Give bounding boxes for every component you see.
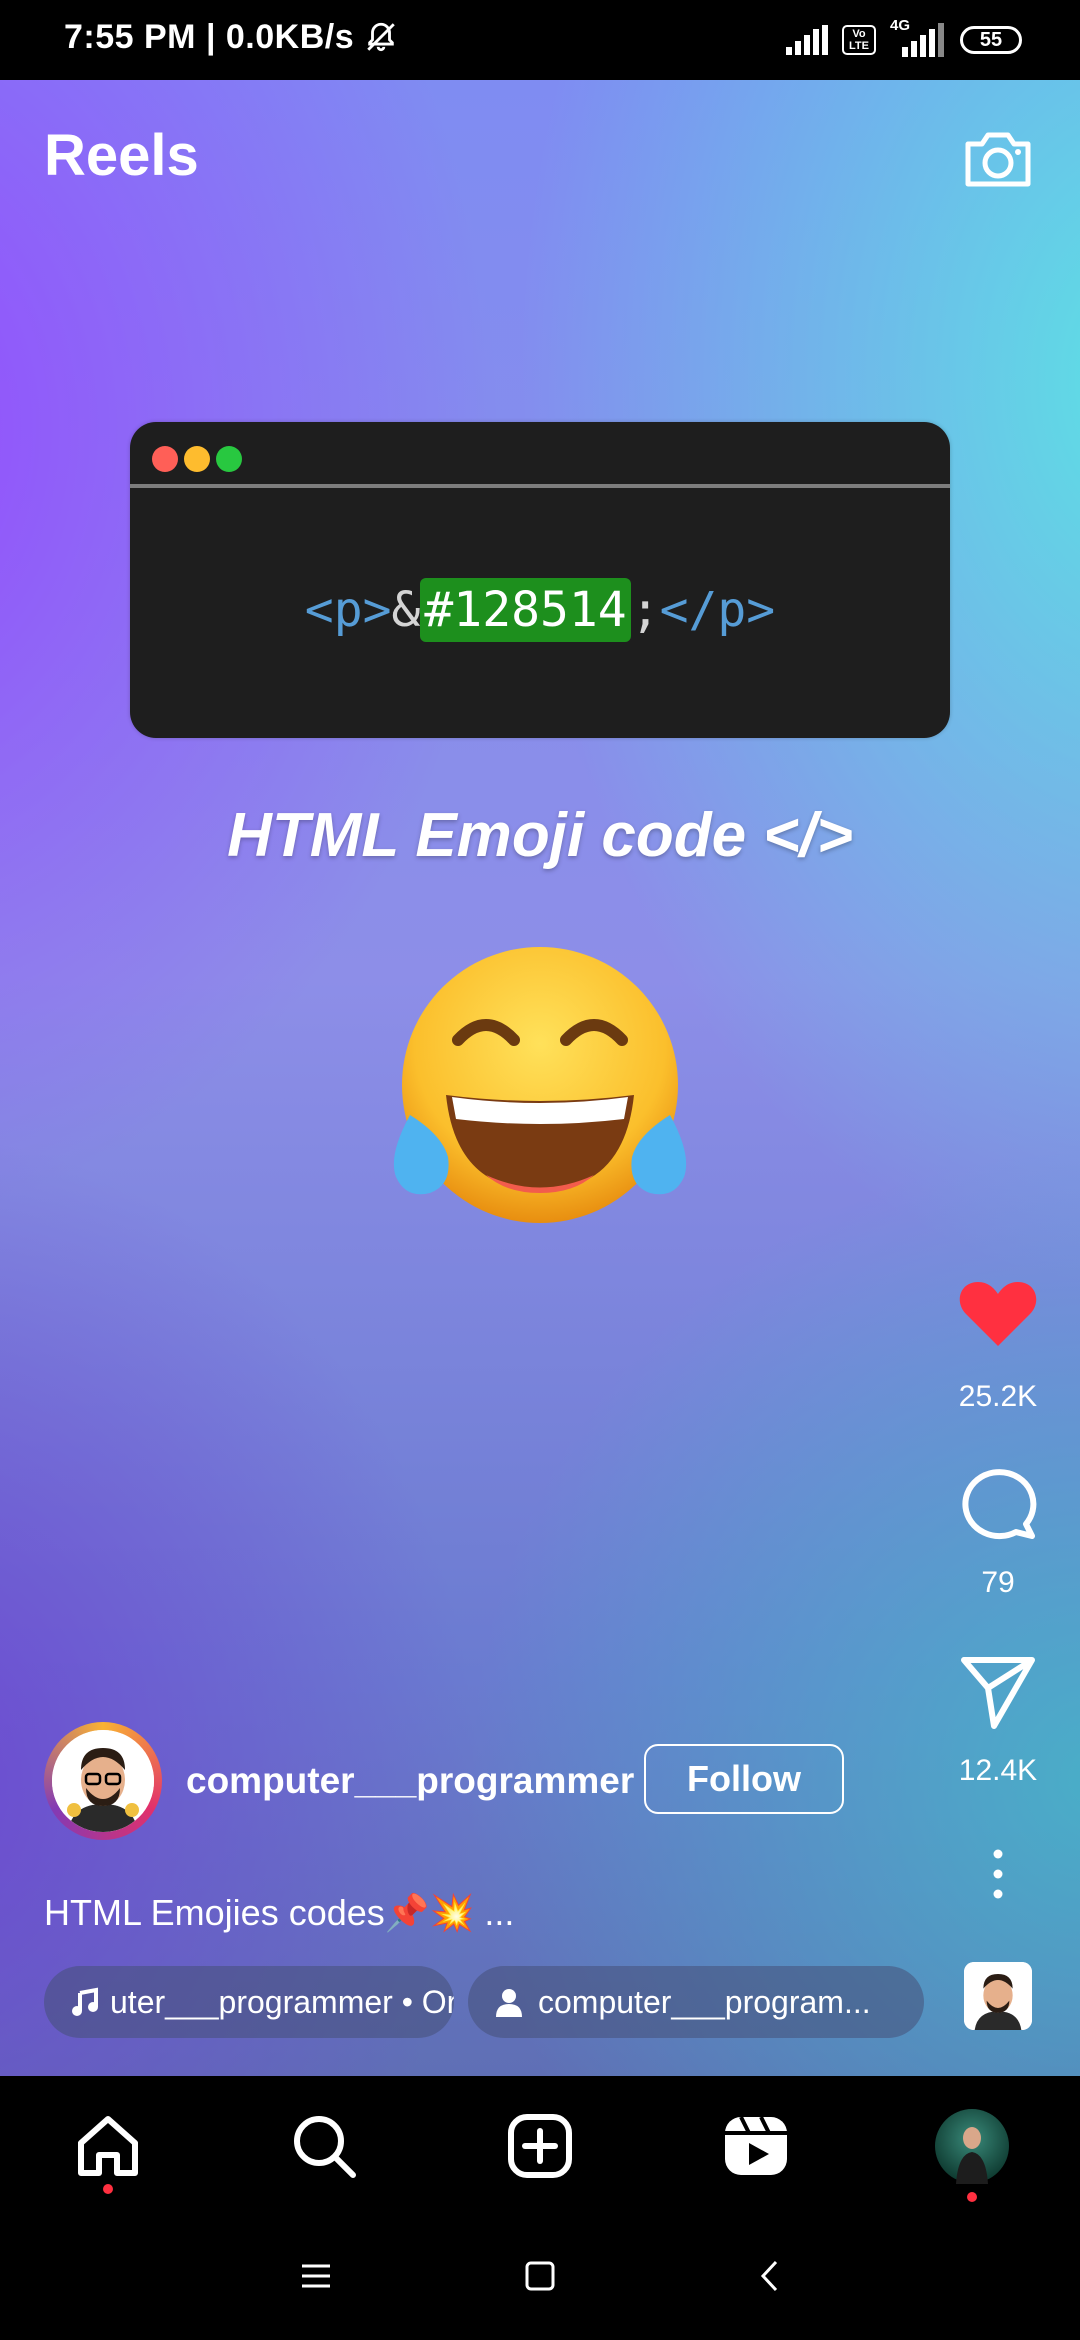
caption[interactable]: HTML Emojies codes📌💥 ...: [44, 1892, 514, 1934]
profile-notification-dot: [967, 2192, 977, 2202]
nav-home[interactable]: [68, 2106, 148, 2186]
username-link[interactable]: computer___programmer: [186, 1760, 634, 1802]
code-line: <p>&#128514;</p>: [130, 578, 950, 642]
code-highlight: #128514: [420, 578, 631, 642]
profile-avatar-icon: [935, 2109, 1009, 2184]
audio-avatar-icon: [964, 1962, 1032, 2030]
signal-icon-2: [902, 23, 944, 57]
more-options-button[interactable]: [976, 1846, 1020, 1902]
window-close-dot: [152, 446, 178, 472]
home-notification-dot: [103, 2184, 113, 2194]
code-open-tag: <p>: [304, 582, 392, 638]
volte-badge: Vo LTE: [842, 25, 876, 55]
code-amp: &: [391, 582, 421, 638]
avatar[interactable]: [52, 1730, 154, 1832]
share-button[interactable]: [956, 1648, 1040, 1732]
comment-button[interactable]: [956, 1460, 1040, 1544]
nav-create[interactable]: [500, 2106, 580, 2186]
camera-button[interactable]: [958, 118, 1038, 198]
comment-icon: [962, 1469, 1037, 1540]
code-window: <p>&#128514;</p>: [130, 422, 950, 738]
code-semicolon: ;: [630, 582, 660, 638]
video-headline: HTML Emoji code </>: [227, 801, 853, 870]
status-time: 7:55 PM | 0.0KB/s: [64, 18, 398, 57]
mute-icon: [367, 22, 395, 52]
music-note-icon: [72, 1987, 98, 2016]
more-vertical-icon: [993, 1849, 1003, 1899]
heart-icon: [959, 1282, 1037, 1346]
square-icon: [525, 2261, 555, 2291]
code-close-tag: </p>: [659, 582, 776, 638]
tagged-people-chip[interactable]: computer___program...: [468, 1966, 924, 2038]
system-back-button[interactable]: [740, 2248, 800, 2304]
signal-4g: 4G: [890, 17, 946, 57]
camera-icon: [965, 132, 1031, 187]
window-divider: [130, 484, 950, 488]
send-icon: [961, 1657, 1035, 1729]
battery-indicator: 55: [960, 26, 1022, 54]
back-chevron-icon: [760, 2260, 778, 2292]
share-count: 12.4K: [958, 1754, 1038, 1787]
nav-reels[interactable]: [716, 2106, 796, 2186]
audio-thumbnail[interactable]: [964, 1962, 1032, 2030]
audio-chip[interactable]: uter___programmer • Original audio: [44, 1966, 454, 2038]
window-minimize-dot: [184, 446, 210, 472]
system-home-button[interactable]: [510, 2248, 570, 2304]
nav-profile[interactable]: [932, 2106, 1012, 2186]
face-with-tears-of-joy-icon: [393, 947, 687, 1223]
reels-icon: [725, 2116, 787, 2175]
search-icon: [294, 2116, 356, 2178]
home-icon: [78, 2116, 138, 2176]
battery-level: 55: [979, 28, 1003, 51]
comment-count: 79: [981, 1566, 1015, 1599]
audio-chip-label: uter___programmer • Original audio: [110, 1983, 454, 2020]
signal-icon: [786, 25, 828, 55]
like-button[interactable]: [956, 1272, 1040, 1356]
nav-search[interactable]: [284, 2106, 364, 2186]
menu-icon: [302, 2264, 330, 2288]
bitmoji-avatar-icon: [52, 1730, 154, 1832]
system-menu-button[interactable]: [286, 2248, 346, 2304]
like-count: 25.2K: [958, 1380, 1038, 1413]
window-maximize-dot: [216, 446, 242, 472]
add-post-icon: [508, 2114, 572, 2178]
status-time-text: 7:55 PM | 0.0KB/s: [64, 18, 355, 56]
status-icons: Vo LTE 4G 55: [786, 17, 1022, 60]
page-title: Reels: [44, 123, 199, 188]
person-icon: [496, 1989, 522, 2017]
tagged-people-label: computer___program...: [538, 1983, 871, 2020]
follow-button[interactable]: Follow: [644, 1744, 844, 1814]
